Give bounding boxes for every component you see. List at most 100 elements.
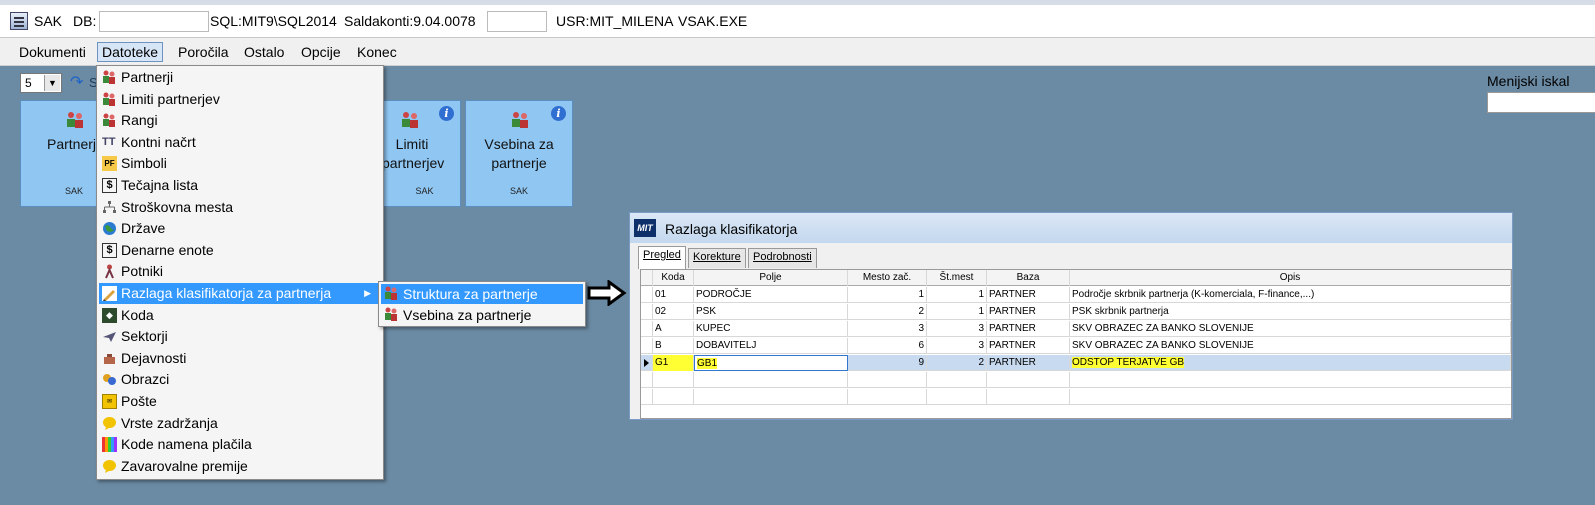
arrow-right-icon — [587, 280, 627, 306]
mit-logo: MIT — [634, 219, 656, 237]
menu-item-sektorji[interactable]: Sektorji — [99, 326, 381, 347]
menu-item-potniki[interactable]: Potniki — [99, 261, 381, 282]
people-icon — [385, 307, 397, 321]
saldakonti-version: Saldakonti:9.04.0078 — [344, 13, 476, 29]
dialog-title-bar: MIT Razlaga klasifikatorja — [630, 213, 1512, 243]
redacted-field — [487, 11, 547, 32]
menu-konec[interactable]: Konec — [352, 42, 402, 62]
submenu-item-struktura[interactable]: Struktura za partnerje — [381, 284, 583, 304]
col-koda[interactable]: Koda — [653, 270, 694, 286]
row-indicator-icon — [644, 359, 649, 367]
db-label: DB: — [73, 13, 97, 29]
table-row[interactable]: 01 PODROČJE 1 1 PARTNER Področje skrbnik… — [641, 287, 1511, 303]
menu-item-tecajna-lista[interactable]: $ Tečajna lista — [99, 175, 381, 196]
data-grid: Koda Polje Mesto zač. Št.mest Baza Opis … — [640, 269, 1512, 419]
people-icon — [512, 112, 528, 128]
traveler-icon — [105, 264, 114, 279]
menu-item-partnerji[interactable]: Partnerji — [99, 67, 381, 88]
menu-item-kontni-nacrt[interactable]: TT Kontni načrt — [99, 132, 381, 153]
count-combo-value: 5 — [25, 76, 32, 90]
info-icon[interactable]: i — [551, 106, 566, 121]
plane-icon — [103, 332, 116, 342]
text-icon: TT — [102, 136, 116, 148]
menu-item-rangi[interactable]: Rangi — [99, 110, 381, 131]
tab-podrobnosti[interactable]: Podrobnosti — [748, 248, 817, 268]
menu-item-dejavnosti[interactable]: Dejavnosti — [99, 348, 381, 369]
people-icon — [103, 70, 115, 84]
razlaga-submenu: Struktura za partnerje Vsebina za partne… — [378, 281, 586, 327]
chevron-down-icon[interactable]: ▼ — [44, 75, 60, 91]
tab-korekture[interactable]: Korekture — [688, 248, 746, 268]
menu-item-drzave[interactable]: Države — [99, 218, 381, 239]
palette-icon — [102, 437, 117, 452]
menu-item-obrazci[interactable]: Obrazci — [99, 369, 381, 390]
tile-sub: SAK — [509, 186, 528, 196]
sql-server: SQL:MIT9\SQL2014 — [210, 13, 337, 29]
menu-item-zavarovalne-premije[interactable]: Zavarovalne premije — [99, 456, 381, 477]
menu-item-kode-namena-placila[interactable]: Kode namena plačila — [99, 434, 381, 455]
menu-item-simboli[interactable]: PF Simboli — [99, 153, 381, 174]
post-icon: ✉ — [102, 394, 117, 409]
symbol-icon: PF — [102, 156, 117, 171]
speech-bubble-icon — [103, 460, 116, 473]
grid-header: Koda Polje Mesto zač. Št.mest Baza Opis — [641, 270, 1511, 286]
app-title: SAK — [34, 13, 63, 29]
tile-vsebina-za-partnerje[interactable]: i Vsebina za partnerje SAK — [465, 100, 573, 207]
table-row-empty[interactable] — [641, 372, 1511, 388]
table-row[interactable]: A KUPEC 3 3 PARTNER SKV OBRAZEC ZA BANKO… — [641, 321, 1511, 337]
menu-bar: Dokumenti Datoteke Poročila Ostalo Opcij… — [0, 38, 1595, 66]
menu-item-stroskovna-mesta[interactable]: Stroškovna mesta — [99, 197, 381, 218]
dollar-icon: $ — [102, 178, 117, 193]
tab-pregled[interactable]: Pregled — [638, 246, 686, 269]
people-icon — [103, 113, 115, 127]
code-icon: ◆ — [102, 308, 117, 323]
razlaga-dialog: MIT Razlaga klasifikatorja Pregled Korek… — [629, 212, 1513, 420]
tree-icon — [103, 201, 116, 213]
menu-datoteke[interactable]: Datoteke — [97, 42, 164, 62]
redacted-db-name — [99, 11, 209, 32]
menu-item-vrste-zadrzanja[interactable]: Vrste zadržanja — [99, 413, 381, 434]
menu-dokumenti[interactable]: Dokumenti — [14, 42, 91, 62]
forms-icon — [103, 374, 116, 385]
tile-label: Vsebina za partnerje — [484, 136, 554, 171]
refresh-icon[interactable]: ↷ — [70, 72, 83, 92]
count-combo[interactable]: 5 ▼ — [20, 73, 62, 93]
menu-search-label: Menijski iskal — [1487, 73, 1570, 89]
pencil-icon — [102, 286, 117, 301]
menu-item-limiti-partnerjev[interactable]: Limiti partnerjev — [99, 89, 381, 110]
globe-icon — [103, 222, 116, 235]
submenu-item-vsebina[interactable]: Vsebina za partnerje — [381, 305, 583, 325]
menu-item-denarne-enote[interactable]: $ Denarne enote — [99, 240, 381, 261]
col-polje[interactable]: Polje — [694, 270, 848, 286]
menu-opcije[interactable]: Opcije — [296, 42, 346, 62]
menu-item-poste[interactable]: ✉ Pošte — [99, 391, 381, 412]
submenu-arrow-icon: ▶ — [364, 288, 371, 298]
exe-name: VSAK.EXE — [678, 13, 748, 29]
menu-item-razlaga-klasifikatorja[interactable]: Razlaga klasifikatorja za partnerja ▶ — [99, 283, 381, 304]
title-bar-top-strip — [0, 0, 1595, 5]
app-icon — [10, 12, 28, 30]
people-icon — [67, 112, 83, 128]
menu-ostalo[interactable]: Ostalo — [239, 42, 289, 62]
menu-porocila[interactable]: Poročila — [173, 42, 234, 62]
user-name: USR:MIT_MILENA — [556, 13, 674, 29]
table-row[interactable]: B DOBAVITELJ 6 3 PARTNER SKV OBRAZEC ZA … — [641, 338, 1511, 354]
table-row-selected[interactable]: G1 GB1 9 2 PARTNER ODSTOP TERJATVE GB — [641, 355, 1511, 371]
col-baza[interactable]: Baza — [987, 270, 1070, 286]
menu-search-input[interactable] — [1487, 92, 1595, 113]
col-opis[interactable]: Opis — [1070, 270, 1511, 286]
title-bar: SAK DB: SQL:MIT9\SQL2014 Saldakonti:9.04… — [0, 0, 1595, 38]
dollar-icon: $ — [102, 243, 117, 258]
speech-bubble-icon — [103, 417, 116, 430]
col-mesto[interactable]: Mesto zač. — [848, 270, 927, 286]
table-row-empty[interactable] — [641, 389, 1511, 405]
polje-edit-input[interactable]: GB1 — [694, 355, 848, 371]
people-icon — [402, 112, 418, 128]
people-icon — [385, 286, 397, 300]
menu-item-koda[interactable]: ◆ Koda — [99, 305, 381, 326]
table-row[interactable]: 02 PSK 2 1 PARTNER PSK skrbnik partnerja — [641, 304, 1511, 320]
info-icon[interactable]: i — [439, 106, 454, 121]
col-st-mest[interactable]: Št.mest — [927, 270, 987, 286]
dialog-title: Razlaga klasifikatorja — [665, 221, 798, 237]
people-icon — [103, 92, 115, 106]
